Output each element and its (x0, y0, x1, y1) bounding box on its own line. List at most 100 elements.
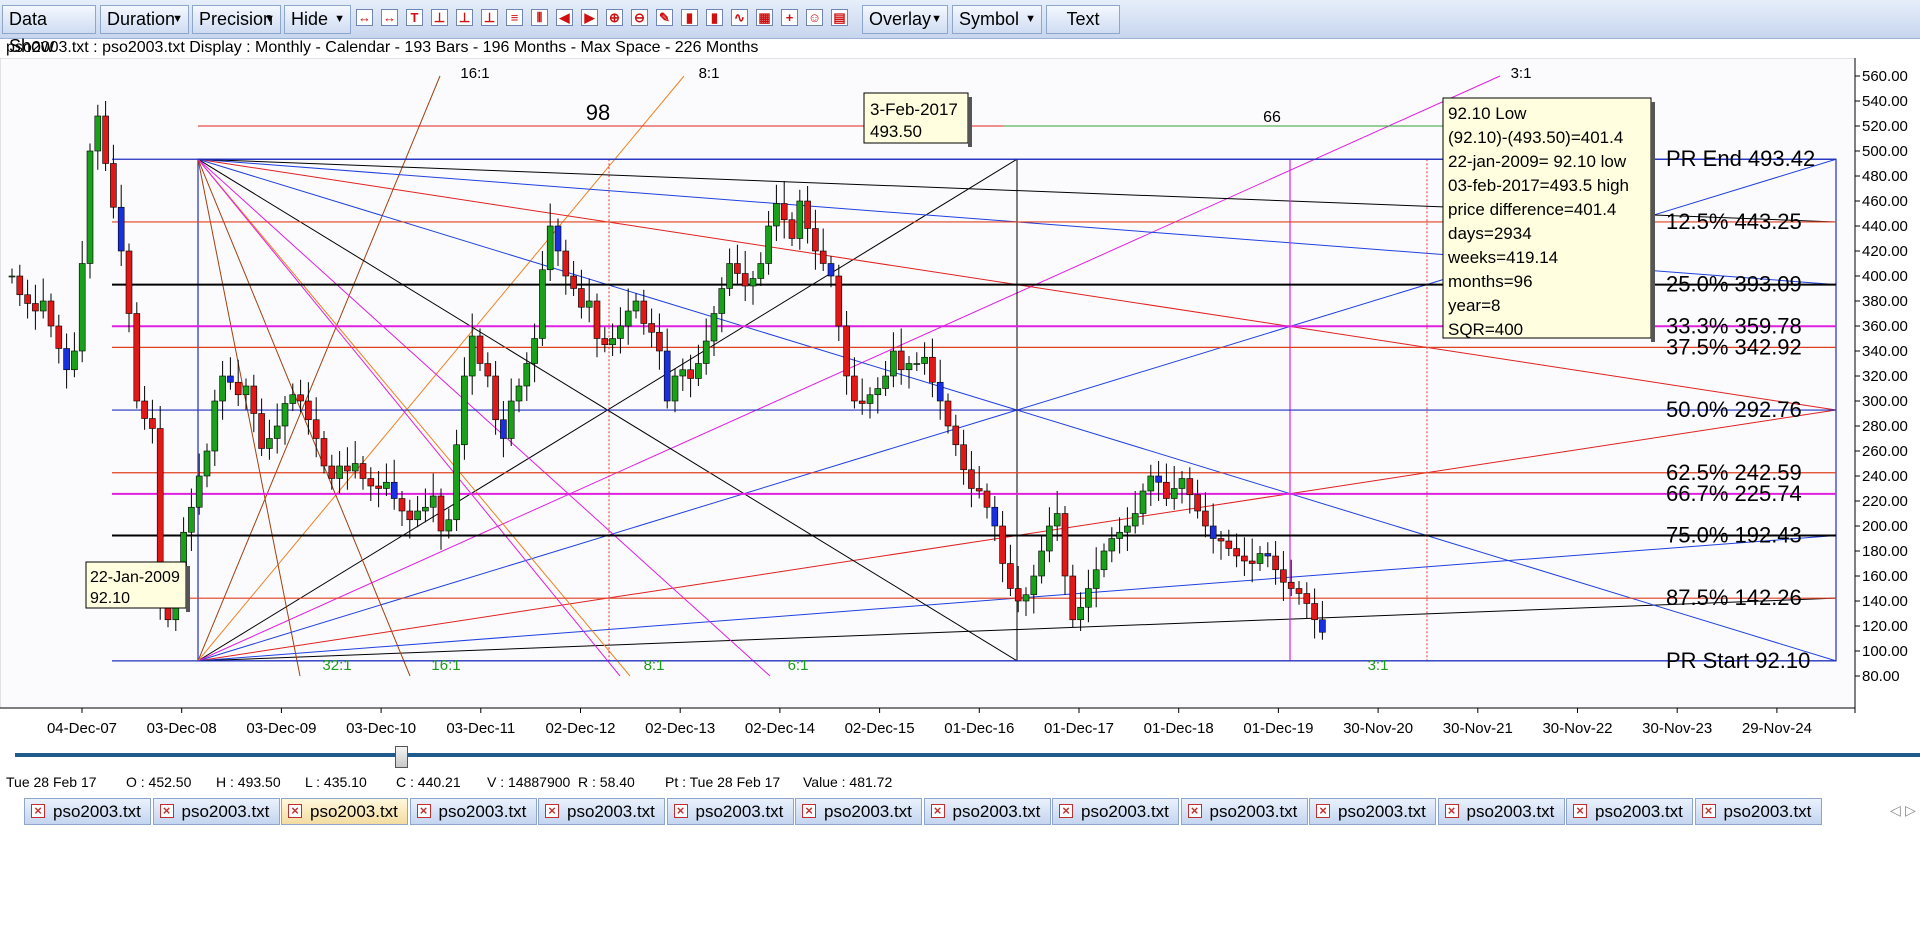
text-button[interactable]: Text (1046, 5, 1120, 34)
candle-body (1014, 588, 1022, 602)
candle-body (819, 250, 827, 264)
arrows-out-icon[interactable]: ↔ (381, 9, 398, 26)
tab-pso2003[interactable]: × pso2003.txt (538, 798, 665, 825)
vertical-lines-icon[interactable]: ⦀ (531, 9, 548, 26)
tab-pso2003[interactable]: × pso2003.txt (923, 798, 1051, 825)
candle-body (141, 400, 148, 419)
tab-label: pso2003.txt (1081, 802, 1169, 821)
tab-pso2003[interactable]: × pso2003.txt (24, 798, 151, 825)
tab-pso2003[interactable]: × pso2003.txt (1180, 798, 1308, 825)
text-label: Text (1066, 9, 1100, 29)
tab-pso2003[interactable]: × pso2003.txt (152, 798, 280, 825)
tab-pso2003[interactable]: × pso2003.txt (1437, 798, 1565, 825)
tab-prev-icon[interactable]: ◁ (1890, 802, 1901, 819)
candle-body (110, 163, 117, 208)
hide-dropdown[interactable]: Hide ▼ (284, 5, 351, 34)
candle-body (344, 465, 351, 472)
close-icon[interactable]: × (1316, 804, 1330, 818)
precision-dropdown[interactable]: Precision ▼ (192, 5, 281, 34)
arrows-in-icon[interactable]: ↔ (356, 9, 373, 26)
calculator-icon[interactable]: ▤ (831, 9, 848, 26)
close-icon[interactable]: × (802, 804, 816, 818)
close-icon[interactable]: × (1701, 804, 1716, 818)
overlay-dropdown[interactable]: Overlay ▼ (862, 5, 948, 34)
price-axis-label: 400.00 (1862, 268, 1908, 285)
symbol-label: Symbol (959, 9, 1020, 29)
line-down-icon[interactable]: ⊥ (431, 9, 448, 26)
tab-pso2003[interactable]: × pso2003.txt (281, 798, 408, 825)
candle-body (406, 510, 414, 521)
candle-body (734, 263, 741, 274)
candle-body (1225, 540, 1233, 549)
next-icon[interactable]: ▶ (581, 9, 598, 26)
candle-body (1280, 569, 1287, 583)
tab-pso2003[interactable]: × pso2003.txt (795, 798, 922, 825)
tab-pso2003[interactable]: × pso2003.txt (1309, 798, 1436, 825)
data-show-button[interactable]: Data Show (2, 5, 96, 56)
price-axis-label: 360.00 (1862, 318, 1908, 335)
line-chart-icon[interactable]: ∿ (731, 9, 748, 26)
zoom-in-icon[interactable]: ⊕ (606, 9, 623, 26)
candle-body (94, 115, 102, 152)
plus-icon[interactable]: + (781, 9, 798, 26)
candle-body (16, 275, 24, 296)
horizontal-lines-icon[interactable]: ≡ (506, 9, 523, 26)
symbol-dropdown[interactable]: Symbol ▼ (952, 5, 1042, 34)
candle-body (102, 115, 109, 164)
candle-body (1303, 593, 1311, 604)
status-range: R : 58.40 (578, 774, 635, 790)
close-icon[interactable]: × (930, 804, 945, 818)
tab-pso2003[interactable]: × pso2003.txt (1566, 798, 1693, 825)
candle-body (1147, 475, 1155, 492)
candle-body (1186, 478, 1194, 496)
close-icon[interactable]: × (1573, 804, 1587, 818)
bar-chart-icon[interactable]: ▮ (681, 9, 698, 26)
candle-body (1139, 490, 1147, 514)
info-box-line: 92.10 Low (1448, 104, 1527, 123)
duration-dropdown[interactable]: Duration ▼ (100, 5, 189, 34)
candle-body (133, 313, 141, 402)
candle-body (515, 385, 523, 402)
zoom-out-icon[interactable]: ⊖ (631, 9, 648, 26)
close-icon[interactable]: × (1059, 804, 1073, 818)
info-box-shadow (1651, 102, 1655, 342)
time-axis-label: 30-Nov-21 (1443, 720, 1513, 737)
tab-pso2003[interactable]: × pso2003.txt (409, 798, 537, 825)
person-icon[interactable]: ☺ (806, 9, 823, 26)
grid-icon[interactable]: ▦ (756, 9, 773, 26)
candle-body (476, 335, 484, 364)
line-low-icon[interactable]: ⊥ (481, 9, 498, 26)
scrollbar-thumb[interactable] (395, 746, 408, 768)
close-icon[interactable]: × (416, 804, 431, 818)
close-icon[interactable]: × (1444, 804, 1459, 818)
price-chart[interactable]: PR End 493.4212.5% 443.2525.0% 393.0933.… (0, 58, 1920, 738)
price-axis-label: 220.00 (1862, 493, 1908, 510)
tab-pso2003[interactable]: × pso2003.txt (1052, 798, 1179, 825)
erase-icon[interactable]: ✎ (656, 9, 673, 26)
candle-body (765, 225, 772, 264)
close-icon[interactable]: × (673, 804, 688, 818)
tab-pso2003[interactable]: × pso2003.txt (1694, 798, 1822, 825)
close-icon[interactable]: × (288, 804, 302, 818)
tab-pso2003[interactable]: × pso2003.txt (666, 798, 794, 825)
candle-body (414, 510, 421, 521)
candle-body (250, 385, 258, 414)
status-date: Tue 28 Feb 17 (6, 774, 97, 790)
price-axis-label: 300.00 (1862, 393, 1908, 410)
hide-label: Hide (291, 9, 329, 29)
candle-body (1264, 553, 1272, 557)
candle-body (484, 363, 492, 377)
tab-next-icon[interactable]: ▷ (1905, 802, 1916, 819)
close-icon[interactable]: × (1187, 804, 1202, 818)
line-tool-icon[interactable]: T (406, 9, 423, 26)
price-axis-label: 520.00 (1862, 118, 1908, 135)
chart-scrollbar[interactable] (15, 746, 1920, 768)
close-icon[interactable]: × (31, 804, 45, 818)
close-icon[interactable]: × (159, 804, 174, 818)
bar-chart-2-icon[interactable]: ▮ (706, 9, 723, 26)
line-up-icon[interactable]: ⊥ (456, 9, 473, 26)
candle-body (1108, 538, 1116, 552)
close-icon[interactable]: × (545, 804, 559, 818)
prev-icon[interactable]: ◀ (556, 9, 573, 26)
scrollbar-track[interactable] (15, 753, 1920, 757)
